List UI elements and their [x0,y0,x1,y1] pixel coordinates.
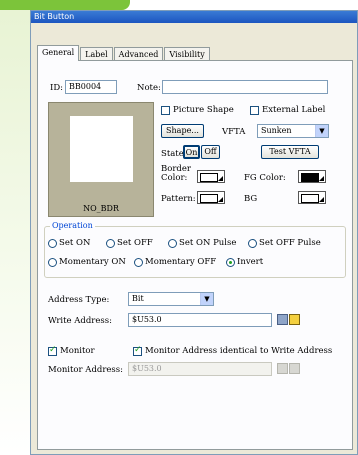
dropdown-arrow-icon [218,176,223,181]
monitor-identical-checkbox[interactable] [133,345,142,356]
tab-strip: General Label Advanced Visibility [37,45,211,61]
set-off-radio[interactable] [106,239,115,248]
shape-preview-face [70,116,133,182]
background-sidebar [0,10,30,455]
monitor-checkbox[interactable] [48,345,57,356]
bg-color-picker[interactable] [298,191,326,204]
pattern-picker[interactable] [197,191,225,204]
invert-label: Invert [237,257,264,267]
general-tab-panel: ID: BB0004 Note: NO_BDR Picture Shape Ex… [37,60,353,450]
set-on-label: Set ON [59,238,91,248]
calculator-icon[interactable] [277,314,288,325]
momentary-on-label: Momentary ON [59,257,126,267]
dropdown-arrow-icon [319,176,324,181]
external-label-checkbox[interactable] [250,106,259,115]
border-color-label: Border Color: [161,164,191,183]
id-field[interactable]: BB0004 [65,80,117,94]
write-address-label: Write Address: [48,316,112,326]
momentary-on-radio[interactable] [48,258,57,267]
monitor-label: Monitor [60,346,95,356]
calculator-icon [277,363,288,374]
fg-color-swatch [301,173,319,182]
set-off-pulse-radio[interactable] [248,239,257,248]
pattern-label: Pattern: [161,194,196,204]
tab-visibility[interactable]: Visibility [164,47,210,61]
set-on-pulse-radio[interactable] [168,239,177,248]
picture-shape-checkbox[interactable] [161,106,170,115]
address-browse-icon [289,363,300,374]
preview-caption: NO_BDR [83,204,119,213]
monitor-address-field: $U53.0 [128,362,272,376]
monitor-identical-label: Monitor Address identical to Write Addre… [145,346,333,356]
momentary-off-label: Momentary OFF [145,257,217,267]
picture-shape-label: Picture Shape [173,105,234,115]
shape-button[interactable]: Shape... [161,124,204,138]
fg-color-picker[interactable] [298,170,326,183]
pattern-swatch [200,194,218,203]
vfta-value: Sunken [261,126,292,135]
test-vfta-button[interactable]: Test VFTA [261,145,319,159]
address-type-value: Bit [132,294,144,303]
monitor-address-label: Monitor Address: [48,365,124,375]
bit-button-dialog: Bit Button General Label Advanced Visibi… [30,10,358,455]
chevron-down-icon[interactable]: ▼ [200,293,213,305]
fg-color-label: FG Color: [244,173,286,183]
set-on-radio[interactable] [48,239,57,248]
border-color-picker[interactable] [197,170,225,183]
state-off-button[interactable]: Off [201,145,220,159]
operation-title: Operation [50,221,95,230]
chevron-down-icon[interactable]: ▼ [315,125,328,137]
address-browse-icon[interactable] [289,314,300,325]
set-on-pulse-label: Set ON Pulse [179,238,237,248]
vfta-select[interactable]: Sunken ▼ [257,124,329,138]
state-on-button[interactable]: On [183,145,200,159]
tab-advanced[interactable]: Advanced [113,47,164,61]
set-off-label: Set OFF [117,238,153,248]
momentary-off-radio[interactable] [134,258,143,267]
shape-preview: NO_BDR [48,102,154,217]
operation-group [44,226,346,278]
id-label: ID: [50,83,64,93]
address-type-label: Address Type: [48,295,110,305]
write-address-field[interactable]: $U53.0 [128,313,272,327]
bg-color-swatch [301,194,319,203]
external-label-label: External Label [262,105,326,115]
note-field[interactable] [162,80,328,94]
address-type-select[interactable]: Bit ▼ [128,292,214,306]
tab-general[interactable]: General [37,45,80,61]
set-off-pulse-label: Set OFF Pulse [259,238,321,248]
window-title: Bit Button [31,11,357,23]
header-accent-strip [0,0,130,10]
invert-radio[interactable] [226,258,235,267]
dropdown-arrow-icon [218,197,223,202]
dropdown-arrow-icon [319,197,324,202]
note-label: Note: [137,83,161,93]
tab-label[interactable]: Label [80,47,113,61]
bg-label: BG [244,194,258,204]
border-color-swatch [200,173,218,182]
vfta-label: VFTA [222,127,246,137]
